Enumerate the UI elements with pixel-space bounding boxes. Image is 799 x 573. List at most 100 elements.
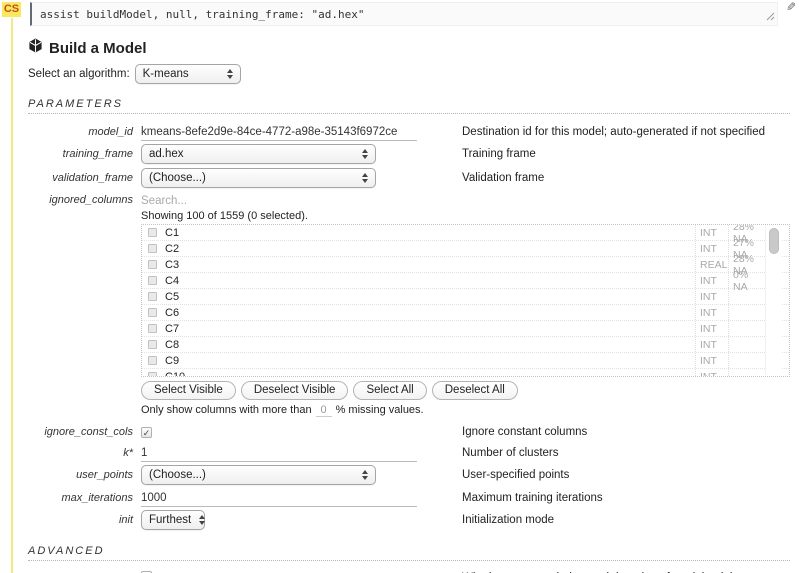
column-checkbox[interactable] bbox=[148, 324, 157, 333]
column-checkbox[interactable] bbox=[148, 340, 157, 349]
model-header: Build a Model bbox=[28, 38, 790, 58]
cell-prompt-badge: CS bbox=[2, 2, 21, 17]
training-frame-label: training_frame bbox=[62, 148, 133, 160]
column-name: C4 bbox=[165, 274, 180, 287]
column-row[interactable]: C8 INT bbox=[142, 337, 789, 353]
column-checkbox[interactable] bbox=[148, 356, 157, 365]
init-label: init bbox=[118, 514, 133, 526]
ignored-columns-label: ignored_columns bbox=[49, 194, 133, 206]
columns-scrollbar[interactable] bbox=[765, 226, 781, 375]
column-type: INT bbox=[695, 337, 728, 352]
training-frame-selected-value: ad.hex bbox=[149, 148, 184, 160]
ignore-const-cols-label: ignore_const_cols bbox=[44, 426, 133, 438]
column-name: C5 bbox=[165, 290, 180, 303]
column-type: INT bbox=[695, 289, 728, 304]
page-title: Build a Model bbox=[49, 39, 147, 57]
init-desc: Initialization mode bbox=[462, 514, 555, 526]
missing-values-input[interactable] bbox=[315, 404, 332, 417]
section-parameters: PARAMETERS bbox=[28, 98, 790, 114]
column-name: C10 bbox=[165, 370, 186, 377]
column-na bbox=[728, 305, 765, 320]
column-na bbox=[728, 369, 765, 376]
h2o-flow-build-model-page: CS assist buildModel, null, training_fra… bbox=[0, 0, 799, 573]
columns-search-input[interactable] bbox=[141, 193, 417, 209]
user-points-selected-value: (Choose...) bbox=[149, 469, 206, 481]
columns-summary: Showing 100 of 1559 (0 selected). bbox=[141, 210, 308, 222]
column-checkbox[interactable] bbox=[148, 260, 157, 269]
filter-text-after: % missing values. bbox=[335, 404, 424, 416]
column-name: C2 bbox=[165, 242, 180, 255]
init-selected-value: Furthest bbox=[149, 514, 192, 526]
select-visible-button[interactable]: Select Visible bbox=[141, 381, 236, 400]
column-checkbox[interactable] bbox=[148, 372, 157, 376]
ignore-const-cols-desc: Ignore constant columns bbox=[462, 426, 588, 438]
select-arrows-icon bbox=[362, 149, 368, 159]
user-points-select[interactable]: (Choose...) bbox=[141, 465, 376, 485]
column-checkbox[interactable] bbox=[148, 308, 157, 317]
column-row[interactable]: C5 INT bbox=[142, 289, 789, 305]
user-points-label: user_points bbox=[76, 469, 133, 481]
select-arrows-icon bbox=[362, 173, 368, 183]
column-type: REAL bbox=[695, 257, 728, 272]
column-na bbox=[728, 337, 765, 352]
column-row[interactable]: C4 INT 0% NA bbox=[142, 269, 789, 293]
column-type: INT bbox=[695, 369, 728, 376]
max-iterations-input[interactable] bbox=[141, 491, 417, 507]
validation-frame-label: validation_frame bbox=[52, 172, 133, 184]
column-row[interactable]: C3 REAL 28% NA bbox=[142, 253, 789, 277]
init-select[interactable]: Furthest bbox=[141, 510, 206, 530]
section-advanced: ADVANCED bbox=[28, 545, 790, 561]
column-na bbox=[728, 353, 765, 368]
scrollbar-thumb[interactable] bbox=[768, 228, 779, 254]
model-id-input[interactable] bbox=[141, 125, 417, 141]
validation-frame-select[interactable]: (Choose...) bbox=[141, 168, 376, 188]
column-type: INT bbox=[695, 305, 728, 320]
column-row[interactable]: C6 INT bbox=[142, 305, 789, 321]
deselect-all-button[interactable]: Deselect All bbox=[431, 381, 518, 400]
column-checkbox[interactable] bbox=[148, 244, 157, 253]
column-na bbox=[728, 321, 765, 336]
column-name: C9 bbox=[165, 354, 180, 367]
columns-list: C1 INT 28% NA C2 INT 27% NA C3 REAL 28% NA C4 I… bbox=[141, 224, 790, 377]
column-type: INT bbox=[695, 321, 728, 336]
max-iterations-desc: Maximum training iterations bbox=[462, 491, 603, 504]
column-checkbox[interactable] bbox=[148, 292, 157, 301]
column-checkbox[interactable] bbox=[148, 228, 157, 237]
column-type: INT bbox=[695, 353, 728, 368]
k-label: k* bbox=[123, 446, 133, 459]
column-name: C6 bbox=[165, 306, 180, 319]
training-frame-select[interactable]: ad.hex bbox=[141, 144, 376, 164]
k-input[interactable] bbox=[141, 446, 417, 462]
select-arrows-icon bbox=[199, 515, 206, 525]
model-id-desc: Destination id for this model; auto-gene… bbox=[462, 125, 766, 138]
select-all-button[interactable]: Select All bbox=[353, 381, 427, 400]
column-type: INT bbox=[695, 241, 728, 256]
column-row[interactable]: C9 INT bbox=[142, 353, 789, 369]
column-row[interactable]: C10 INT bbox=[142, 369, 789, 377]
deselect-visible-button[interactable]: Deselect Visible bbox=[240, 381, 349, 400]
column-checkbox[interactable] bbox=[148, 276, 157, 285]
column-name: C7 bbox=[165, 322, 180, 335]
column-row[interactable]: C7 INT bbox=[142, 321, 789, 337]
max-iterations-label: max_iterations bbox=[61, 491, 133, 504]
column-name: C8 bbox=[165, 338, 180, 351]
algorithm-label: Select an algorithm: bbox=[28, 68, 130, 80]
model-id-label: model_id bbox=[88, 125, 133, 138]
validation-frame-selected-value: (Choose...) bbox=[149, 172, 206, 184]
column-type: INT bbox=[695, 225, 728, 240]
column-na bbox=[728, 289, 765, 304]
training-frame-desc: Training frame bbox=[462, 148, 536, 160]
algorithm-selected-value: K-means bbox=[142, 68, 189, 80]
column-name: C3 bbox=[165, 258, 180, 271]
column-type: INT bbox=[695, 273, 728, 288]
filter-text-before: Only show columns with more than bbox=[141, 404, 312, 416]
ignored-columns-widget: Showing 100 of 1559 (0 selected). C1 INT 2… bbox=[141, 209, 790, 417]
algorithm-select[interactable]: K-means bbox=[134, 64, 241, 84]
select-arrows-icon bbox=[362, 470, 368, 480]
select-arrows-icon bbox=[226, 69, 233, 79]
column-na: 0% NA bbox=[728, 269, 765, 293]
ignore-const-cols-checkbox[interactable]: ✓ bbox=[141, 427, 152, 438]
column-row[interactable]: C2 INT 27% NA bbox=[142, 237, 789, 261]
k-desc: Number of clusters bbox=[462, 446, 559, 459]
column-row[interactable]: C1 INT 28% NA bbox=[142, 225, 789, 245]
